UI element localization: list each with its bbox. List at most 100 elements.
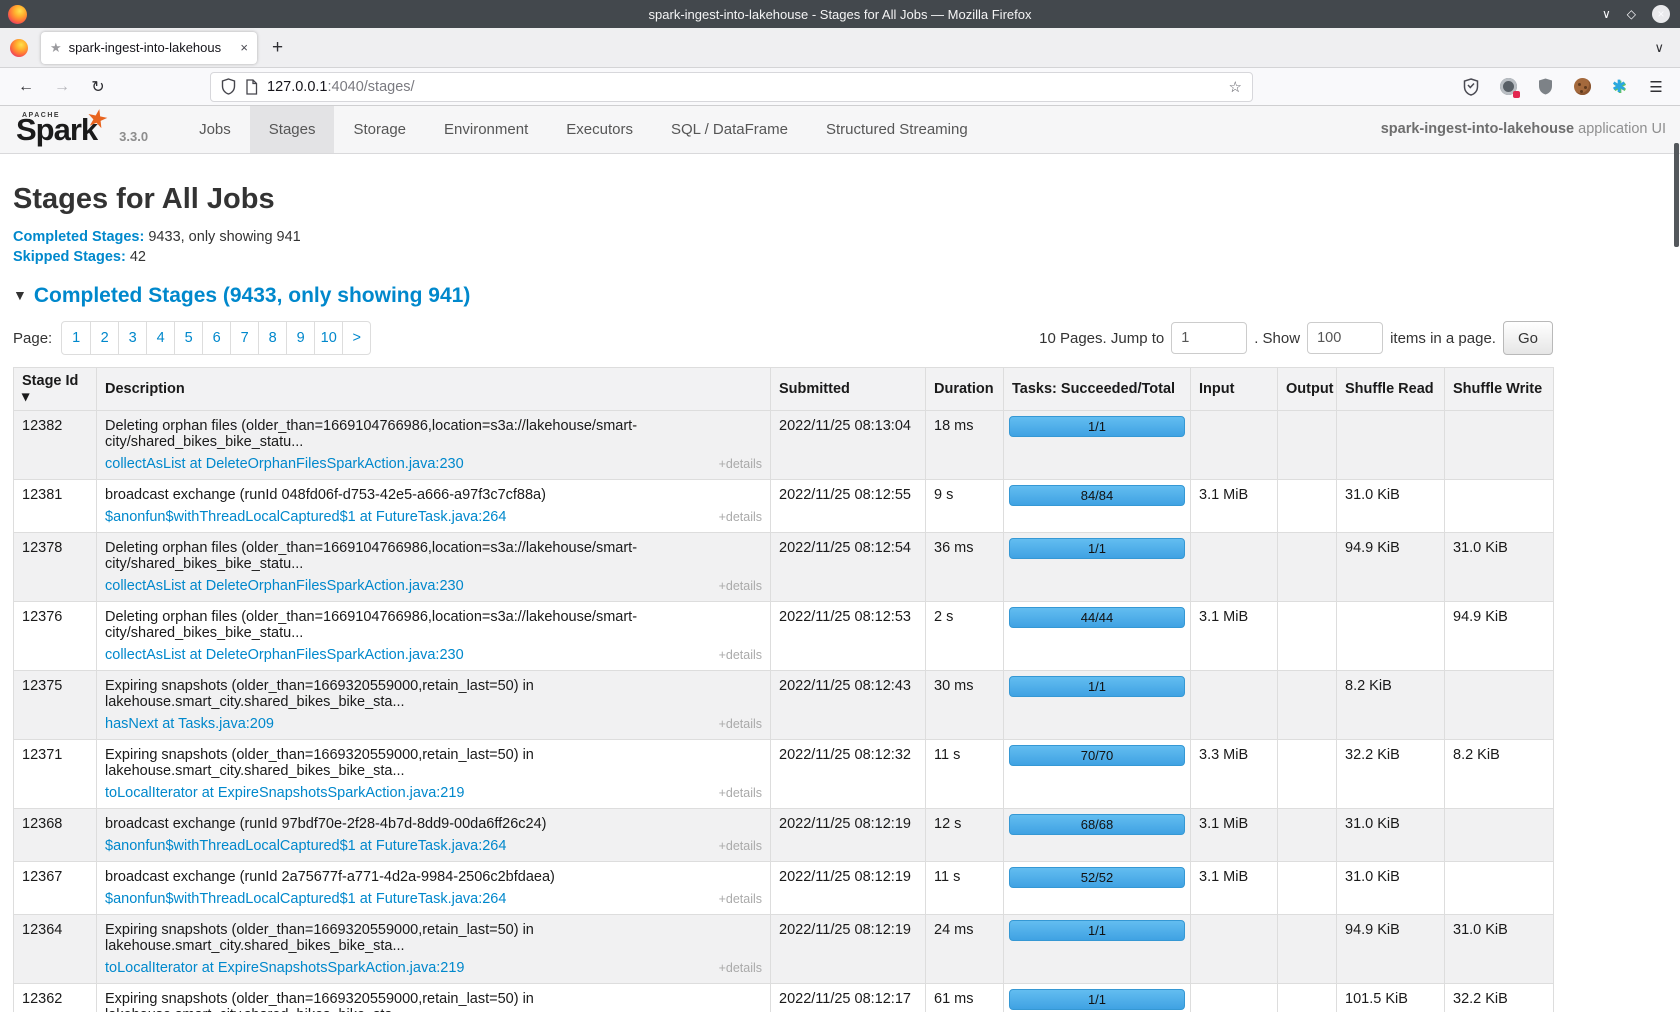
stages-table: Stage Id ▾DescriptionSubmittedDurationTa… — [13, 367, 1554, 1012]
jump-to-page-input[interactable] — [1171, 322, 1247, 354]
page-button-4[interactable]: 4 — [146, 322, 174, 354]
nav-tab-sql-dataframe[interactable]: SQL / DataFrame — [652, 106, 807, 153]
shuffle-write-cell — [1445, 671, 1554, 740]
stage-id-cell: 12381 — [14, 480, 97, 533]
task-progress-bar: 1/1 — [1009, 920, 1185, 941]
pocket-shield-icon[interactable] — [1461, 77, 1481, 97]
window-close-button[interactable]: × — [1652, 5, 1670, 23]
nav-tab-storage[interactable]: Storage — [334, 106, 425, 153]
new-tab-button[interactable]: + — [272, 37, 283, 59]
spark-nav-bar: APACHE Spark ★ 3.3.0 JobsStagesStorageEn… — [0, 106, 1680, 154]
output-cell — [1278, 862, 1337, 915]
page-button-10[interactable]: 10 — [314, 322, 342, 354]
go-button[interactable]: Go — [1503, 321, 1553, 355]
duration-cell: 11 s — [926, 740, 1004, 809]
task-progress-bar: 68/68 — [1009, 814, 1185, 835]
details-toggle[interactable]: +details — [719, 457, 762, 471]
forward-button[interactable]: → — [50, 78, 74, 96]
browser-tab[interactable]: ★ spark-ingest-into-lakehous × — [41, 32, 257, 64]
page-button-5[interactable]: 5 — [174, 322, 202, 354]
privacy-mask-icon[interactable] — [1498, 77, 1518, 97]
details-toggle[interactable]: +details — [719, 892, 762, 906]
page-title: Stages for All Jobs — [13, 183, 1667, 216]
shuffle-write-cell: 32.2 KiB — [1445, 984, 1554, 1012]
details-toggle[interactable]: +details — [719, 717, 762, 731]
stage-detail-link[interactable]: toLocalIterator at ExpireSnapshotsSparkA… — [105, 785, 465, 801]
firefox-view-icon[interactable] — [10, 39, 28, 57]
nav-tab-environment[interactable]: Environment — [425, 106, 547, 153]
reload-button[interactable]: ↻ — [86, 77, 110, 97]
skipped-stages-summary: Skipped Stages: 42 — [13, 247, 1667, 267]
nav-tab-stages[interactable]: Stages — [250, 106, 335, 153]
column-header-submitted[interactable]: Submitted — [771, 368, 926, 411]
stage-description: broadcast exchange (runId 2a75677f-a771-… — [105, 869, 762, 885]
window-minimize-button[interactable]: ∨ — [1602, 7, 1611, 21]
details-toggle[interactable]: +details — [719, 839, 762, 853]
menu-button[interactable]: ☰ — [1646, 77, 1666, 97]
details-toggle[interactable]: +details — [719, 510, 762, 524]
items-per-page-input[interactable] — [1307, 322, 1383, 354]
window-maximize-button[interactable]: ◇ — [1627, 7, 1636, 21]
page-button-2[interactable]: 2 — [90, 322, 118, 354]
tracking-shield-icon[interactable] — [221, 78, 236, 95]
page-button-8[interactable]: 8 — [258, 322, 286, 354]
details-toggle[interactable]: +details — [719, 961, 762, 975]
page-button-3[interactable]: 3 — [118, 322, 146, 354]
shuffle-read-cell: 31.0 KiB — [1337, 862, 1445, 915]
output-cell — [1278, 411, 1337, 480]
stage-detail-link[interactable]: $anonfun$withThreadLocalCaptured$1 at Fu… — [105, 891, 506, 907]
stage-detail-link[interactable]: collectAsList at DeleteOrphanFilesSparkA… — [105, 456, 464, 472]
details-toggle[interactable]: +details — [719, 648, 762, 662]
input-cell — [1191, 984, 1278, 1012]
submitted-cell: 2022/11/25 08:12:32 — [771, 740, 926, 809]
back-button[interactable]: ← — [14, 78, 38, 96]
duration-cell: 2 s — [926, 602, 1004, 671]
ublock-shield-icon[interactable] — [1535, 77, 1555, 97]
page-button->[interactable]: > — [342, 322, 370, 354]
column-header-description[interactable]: Description — [97, 368, 771, 411]
page-button-9[interactable]: 9 — [286, 322, 314, 354]
stage-detail-link[interactable]: collectAsList at DeleteOrphanFilesSparkA… — [105, 647, 464, 663]
column-header-tasks-succeeded-total[interactable]: Tasks: Succeeded/Total — [1004, 368, 1191, 411]
task-progress-bar: 1/1 — [1009, 989, 1185, 1010]
stage-detail-link[interactable]: toLocalIterator at ExpireSnapshotsSparkA… — [105, 960, 465, 976]
stage-id-cell: 12364 — [14, 915, 97, 984]
extension-star-icon[interactable]: ✱ — [1609, 77, 1629, 97]
column-header-duration[interactable]: Duration — [926, 368, 1004, 411]
page-identity-icon[interactable] — [245, 79, 258, 95]
list-tabs-chevron-icon[interactable]: ∨ — [1654, 40, 1664, 56]
input-cell: 3.1 MiB — [1191, 480, 1278, 533]
bookmark-star-icon[interactable]: ☆ — [1229, 78, 1242, 96]
details-toggle[interactable]: +details — [719, 786, 762, 800]
column-header-shuffle-write[interactable]: Shuffle Write — [1445, 368, 1554, 411]
page-scrollbar-thumb[interactable] — [1674, 143, 1679, 247]
nav-tab-jobs[interactable]: Jobs — [180, 106, 250, 153]
stage-description: Deleting orphan files (older_than=166910… — [105, 609, 762, 641]
column-header-stage-id[interactable]: Stage Id ▾ — [14, 368, 97, 411]
url-bar[interactable]: 127.0.0.1:4040/stages/ ☆ — [210, 72, 1253, 102]
column-header-output[interactable]: Output — [1278, 368, 1337, 411]
stage-id-cell: 12378 — [14, 533, 97, 602]
stage-description: Expiring snapshots (older_than=166932055… — [105, 678, 762, 710]
cookie-extension-icon[interactable] — [1572, 77, 1592, 97]
page-button-7[interactable]: 7 — [230, 322, 258, 354]
stage-detail-link[interactable]: $anonfun$withThreadLocalCaptured$1 at Fu… — [105, 838, 506, 854]
nav-tab-structured-streaming[interactable]: Structured Streaming — [807, 106, 987, 153]
input-cell: 3.1 MiB — [1191, 809, 1278, 862]
page-button-1[interactable]: 1 — [62, 322, 90, 354]
column-header-input[interactable]: Input — [1191, 368, 1278, 411]
stage-detail-link[interactable]: collectAsList at DeleteOrphanFilesSparkA… — [105, 578, 464, 594]
submitted-cell: 2022/11/25 08:13:04 — [771, 411, 926, 480]
column-header-shuffle-read[interactable]: Shuffle Read — [1337, 368, 1445, 411]
stages-table-body: 12382Deleting orphan files (older_than=1… — [14, 411, 1554, 1012]
stage-detail-link[interactable]: hasNext at Tasks.java:209 — [105, 716, 274, 732]
page-button-6[interactable]: 6 — [202, 322, 230, 354]
completed-stages-section-toggle[interactable]: ▼Completed Stages (9433, only showing 94… — [13, 284, 1667, 308]
stage-detail-link[interactable]: $anonfun$withThreadLocalCaptured$1 at Fu… — [105, 509, 506, 525]
submitted-cell: 2022/11/25 08:12:54 — [771, 533, 926, 602]
nav-tab-executors[interactable]: Executors — [547, 106, 652, 153]
input-cell — [1191, 671, 1278, 740]
tab-close-icon[interactable]: × — [240, 40, 248, 55]
items-label: items in a page. — [1390, 330, 1496, 347]
details-toggle[interactable]: +details — [719, 579, 762, 593]
